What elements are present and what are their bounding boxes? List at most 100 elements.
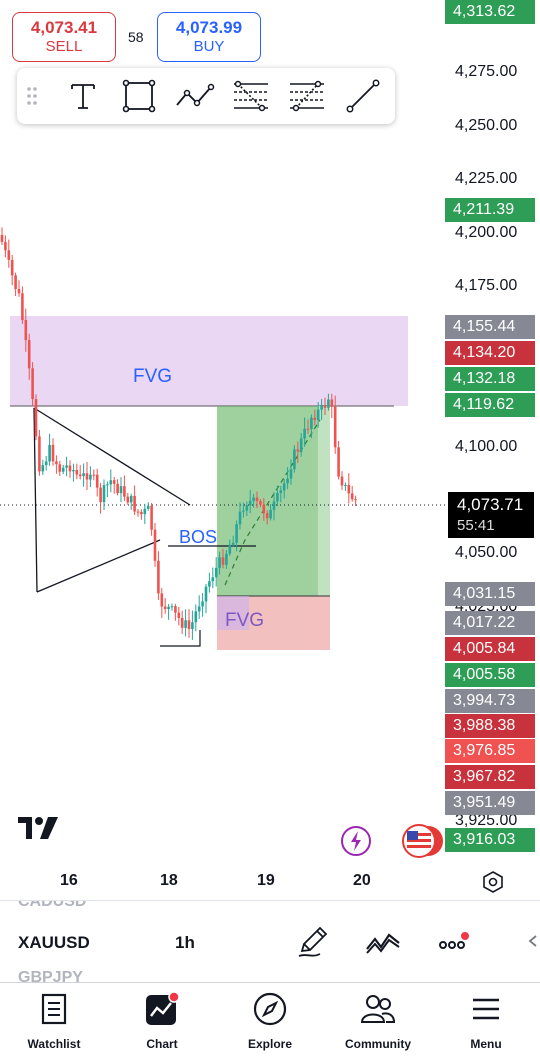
buy-label: BUY — [193, 38, 225, 55]
scale-label: 4,225.00 — [455, 170, 518, 187]
next-symbol[interactable]: GBPJPY — [18, 969, 83, 983]
candle-body — [211, 577, 215, 582]
interval-selector[interactable]: 1h — [175, 933, 195, 953]
text-tool-icon[interactable] — [63, 76, 103, 116]
sell-price: 4,073.41 — [30, 18, 98, 37]
candle-body — [10, 259, 14, 276]
nav-community-label: Community — [345, 1037, 411, 1051]
indicators-icon[interactable] — [365, 929, 401, 957]
candle-body — [163, 606, 167, 610]
candle-body — [197, 606, 201, 612]
candle-body — [350, 493, 354, 500]
candle-body — [44, 461, 48, 466]
candle-body — [75, 470, 79, 475]
price-badge: 3,988.38 — [445, 714, 535, 738]
candle-body — [245, 505, 249, 511]
candle-body — [184, 620, 187, 628]
candle-body — [140, 511, 143, 515]
candle-body — [276, 492, 279, 502]
candle-body — [106, 484, 109, 486]
candle-body — [38, 436, 41, 472]
prev-symbol[interactable]: CADUSD — [18, 901, 86, 911]
candle-body — [170, 606, 174, 608]
bos-label: BOS — [179, 527, 218, 547]
candle-body — [109, 480, 113, 485]
price-badge: 3,967.82 — [445, 765, 535, 789]
fib-extension-icon[interactable] — [287, 76, 327, 116]
triangle-lower-line — [36, 539, 161, 593]
candle-body — [92, 474, 96, 476]
candle-body — [218, 557, 221, 568]
settings-hex-icon[interactable] — [481, 870, 505, 894]
candle-body — [191, 622, 194, 629]
rectangle-tool-icon[interactable] — [119, 76, 159, 116]
sell-button[interactable]: 4,073.41 SELL — [12, 12, 116, 62]
price-badge: 4,031.15 — [445, 582, 535, 606]
nav-watchlist[interactable]: Watchlist — [0, 983, 108, 1060]
candle-body — [123, 486, 126, 497]
nav-menu[interactable]: Menu — [432, 983, 540, 1060]
candle-body — [61, 467, 65, 472]
candle-body — [272, 501, 276, 510]
nav-explore[interactable]: Explore — [216, 983, 324, 1060]
time-label: 18 — [160, 872, 178, 889]
candle-body — [259, 501, 262, 505]
trend-line-icon[interactable] — [343, 76, 383, 116]
time-label: 16 — [60, 872, 78, 889]
candle-body — [102, 485, 106, 503]
candle-body — [303, 428, 306, 439]
drawing-pen-icon[interactable] — [296, 925, 330, 959]
price-badge: 3,976.85 — [445, 739, 535, 763]
candle-body — [194, 611, 198, 623]
candle-body — [48, 444, 51, 462]
candle-body — [286, 478, 289, 484]
community-icon — [360, 991, 396, 1027]
buy-button[interactable]: 4,073.99 BUY — [157, 12, 261, 62]
candle-body — [242, 510, 245, 512]
candle-body — [41, 465, 45, 472]
candle-body — [231, 542, 235, 545]
chart-area[interactable]: FVG BOS FVG 4,275.00 4,250.00 4,225.00 4… — [0, 0, 540, 900]
scale-label: 4,175.00 — [455, 277, 518, 294]
candle-body — [262, 504, 266, 514]
scale-label: 4,100.00 — [455, 438, 518, 455]
symbol-selector[interactable]: XAUUSD — [18, 933, 90, 953]
candle-body — [289, 469, 293, 479]
collapse-chevron-icon[interactable] — [526, 931, 540, 951]
nav-community[interactable]: Community — [324, 983, 432, 1060]
candle-body — [136, 511, 140, 513]
candle-body — [221, 557, 225, 565]
candle-body — [235, 524, 238, 543]
candle-body — [31, 368, 34, 400]
candle-body — [208, 581, 211, 587]
candle-body — [316, 409, 320, 421]
currency-flags-icon[interactable] — [402, 823, 446, 859]
candle-body — [153, 529, 157, 561]
price-badge: 3,994.73 — [445, 689, 535, 713]
candle-body — [99, 487, 102, 503]
more-options-icon[interactable] — [438, 931, 472, 955]
candle-body — [133, 495, 136, 512]
path-tool-icon[interactable] — [175, 76, 215, 116]
hamburger-icon — [471, 991, 501, 1027]
nav-chart[interactable]: Chart — [108, 983, 216, 1060]
price-badge: 4,313.62 — [445, 0, 535, 24]
candle-body — [299, 438, 303, 452]
candle-body — [7, 250, 11, 260]
price-badge: 4,155.44 — [445, 315, 535, 339]
buy-price: 4,073.99 — [175, 18, 243, 37]
candle-body — [204, 586, 208, 602]
compass-icon — [253, 991, 287, 1027]
candle-body — [89, 474, 92, 480]
candle-body — [296, 449, 300, 452]
candle-body — [160, 593, 164, 607]
price-badge: 4,132.18 — [445, 367, 535, 391]
time-label: 20 — [353, 872, 371, 889]
candle-body — [187, 620, 191, 629]
candle-body — [252, 497, 255, 501]
drag-handle-icon[interactable] — [17, 76, 47, 116]
flash-icon[interactable] — [340, 825, 372, 857]
candle-body — [238, 511, 242, 525]
fib-retracement-icon[interactable] — [231, 76, 271, 116]
candle-body — [214, 567, 218, 578]
